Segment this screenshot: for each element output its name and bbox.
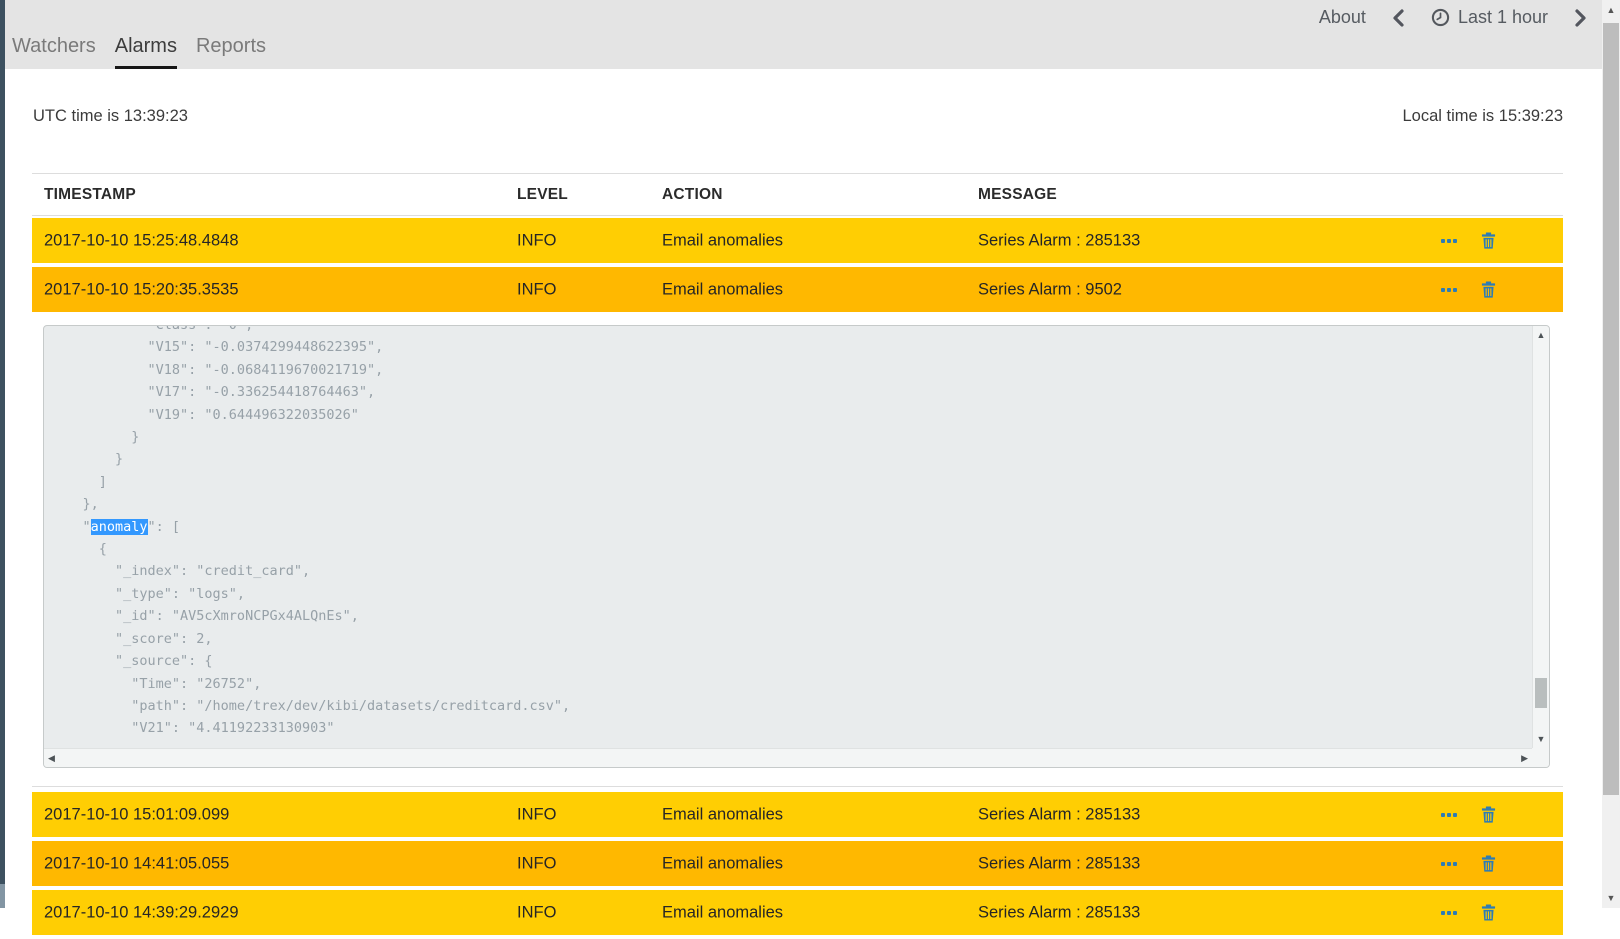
row-message: Series Alarm : 285133 — [978, 805, 1140, 824]
page-scroll-up-icon[interactable]: ▲ — [1602, 0, 1620, 20]
alarms-table: TIMESTAMP LEVEL ACTION MESSAGE 2017-10-1… — [32, 173, 1563, 939]
row-timestamp: 2017-10-10 15:01:09.099 — [44, 805, 229, 824]
row-action: Email anomalies — [662, 903, 783, 922]
row-action: Email anomalies — [662, 854, 783, 873]
time-range-picker[interactable]: Last 1 hour — [1431, 7, 1548, 28]
row-level: INFO — [517, 280, 556, 299]
row-action: Email anomalies — [662, 805, 783, 824]
trash-icon[interactable] — [1481, 855, 1496, 872]
row-actions — [1441, 218, 1496, 263]
table-row[interactable]: 2017-10-10 14:41:05.055 INFO Email anoma… — [32, 841, 1563, 886]
ellipsis-icon[interactable] — [1441, 862, 1457, 866]
row-level: INFO — [517, 805, 556, 824]
row-actions — [1441, 267, 1496, 312]
column-header-action: ACTION — [662, 186, 723, 204]
code-vertical-scrollbar[interactable]: ▲ ▼ — [1532, 326, 1549, 748]
row-timestamp: 2017-10-10 15:20:35.3535 — [44, 280, 239, 299]
table-row[interactable]: 2017-10-10 15:25:48.4848 INFO Email anom… — [32, 218, 1563, 263]
column-header-timestamp: TIMESTAMP — [44, 186, 136, 204]
alarm-json-text[interactable]: "Class": "0", "V15": "-0.037429944862239… — [44, 325, 1532, 748]
row-level: INFO — [517, 231, 556, 250]
json-before-selection: "Class": "0", "V15": "-0.037429944862239… — [50, 325, 383, 535]
tab-watchers[interactable]: Watchers — [12, 35, 96, 69]
about-link[interactable]: About — [1319, 7, 1366, 28]
row-actions — [1441, 841, 1496, 886]
row-timestamp: 2017-10-10 14:41:05.055 — [44, 854, 229, 873]
scroll-right-arrow-icon[interactable]: ▶ — [1521, 749, 1528, 767]
ellipsis-icon[interactable] — [1441, 288, 1457, 292]
row-level: INFO — [517, 854, 556, 873]
scrollbar-corner — [1532, 748, 1549, 767]
tab-reports[interactable]: Reports — [196, 35, 266, 69]
json-after-selection: ": [ { "_index": "credit_card", "_type":… — [50, 519, 570, 737]
scroll-up-arrow-icon[interactable]: ▲ — [1533, 330, 1549, 340]
ellipsis-icon[interactable] — [1441, 239, 1457, 243]
alarms-page: UTC time is 13:39:23 Local time is 15:39… — [5, 69, 1602, 908]
alarm-detail-panel: "Class": "0", "V15": "-0.037429944862239… — [32, 316, 1563, 787]
clock-icon — [1431, 8, 1450, 27]
row-timestamp: 2017-10-10 15:25:48.4848 — [44, 231, 239, 250]
row-message: Series Alarm : 285133 — [978, 854, 1140, 873]
row-action: Email anomalies — [662, 280, 783, 299]
trash-icon[interactable] — [1481, 806, 1496, 823]
row-actions — [1441, 890, 1496, 935]
local-time-label: Local time is 15:39:23 — [1402, 107, 1563, 126]
page-scroll-down-icon[interactable]: ▼ — [1602, 888, 1620, 908]
row-action: Email anomalies — [662, 231, 783, 250]
ellipsis-icon[interactable] — [1441, 813, 1457, 817]
trash-icon[interactable] — [1481, 281, 1496, 298]
table-row[interactable]: 2017-10-10 15:20:35.3535 INFO Email anom… — [32, 267, 1563, 312]
tab-alarms[interactable]: Alarms — [115, 35, 177, 69]
row-message: Series Alarm : 285133 — [978, 231, 1140, 250]
table-header: TIMESTAMP LEVEL ACTION MESSAGE — [32, 174, 1563, 216]
page-scroll-thumb[interactable] — [1603, 23, 1619, 795]
time-range-label: Last 1 hour — [1458, 7, 1548, 28]
topbar-utility: About Last 1 hour — [1319, 7, 1587, 28]
ellipsis-icon[interactable] — [1441, 911, 1457, 915]
page-scrollbar[interactable]: ▲ ▼ — [1602, 0, 1620, 908]
chevron-right-icon[interactable] — [1574, 9, 1587, 27]
row-message: Series Alarm : 9502 — [978, 280, 1122, 299]
alarm-json-viewer[interactable]: "Class": "0", "V15": "-0.037429944862239… — [43, 325, 1550, 768]
utc-time-label: UTC time is 13:39:23 — [33, 107, 188, 126]
row-level: INFO — [517, 903, 556, 922]
table-row[interactable]: 2017-10-10 14:39:29.2929 INFO Email anom… — [32, 890, 1563, 935]
scroll-left-arrow-icon[interactable]: ◀ — [48, 749, 55, 767]
row-message: Series Alarm : 285133 — [978, 903, 1140, 922]
vertical-scroll-thumb[interactable] — [1535, 678, 1547, 708]
json-selected-text: anomaly — [91, 519, 148, 535]
chevron-left-icon[interactable] — [1392, 9, 1405, 27]
column-header-message: MESSAGE — [978, 186, 1057, 204]
nav-tabs: Watchers Alarms Reports — [12, 35, 285, 69]
code-horizontal-scrollbar[interactable]: ◀ ▶ — [44, 748, 1532, 767]
trash-icon[interactable] — [1481, 904, 1496, 921]
top-navigation-bar: Watchers Alarms Reports About Last 1 hou… — [5, 0, 1602, 69]
scroll-down-arrow-icon[interactable]: ▼ — [1533, 734, 1549, 744]
row-timestamp: 2017-10-10 14:39:29.2929 — [44, 903, 239, 922]
row-actions — [1441, 792, 1496, 837]
table-row[interactable]: 2017-10-10 15:01:09.099 INFO Email anoma… — [32, 792, 1563, 837]
trash-icon[interactable] — [1481, 232, 1496, 249]
column-header-level: LEVEL — [517, 186, 568, 204]
